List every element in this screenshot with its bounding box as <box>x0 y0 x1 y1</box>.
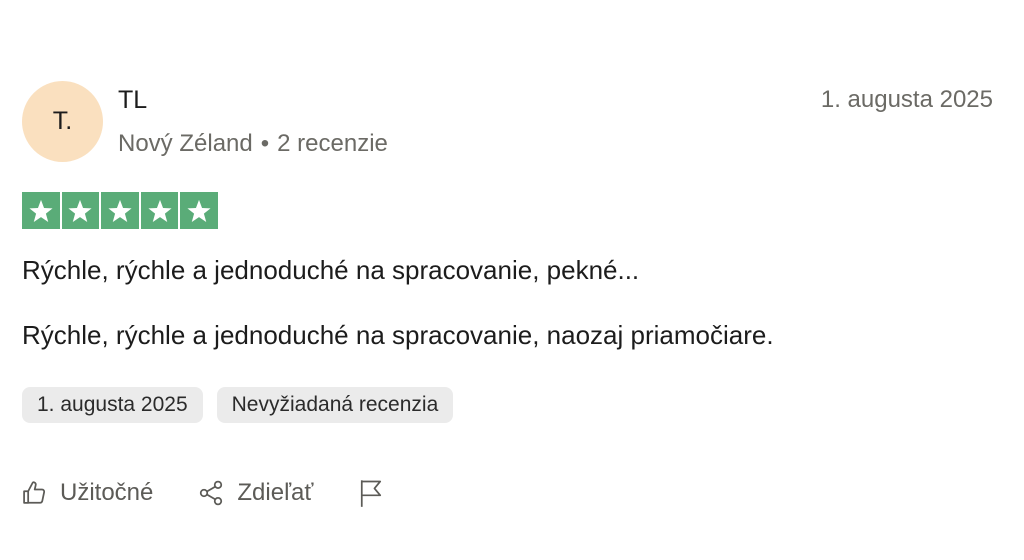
reviewer-meta: Nový Zéland • 2 recenzie <box>118 128 388 160</box>
share-icon <box>197 479 225 507</box>
reviewer-country: Nový Zéland <box>118 130 253 157</box>
review-actions: Užitočné Zdieľať <box>20 478 385 508</box>
unsolicited-review-tag[interactable]: Nevyžiadaná recenzia <box>216 387 454 423</box>
star-icon <box>101 192 139 229</box>
meta-separator: • <box>260 130 270 157</box>
avatar-initials: T. <box>52 107 73 135</box>
reviewer-review-count[interactable]: 2 recenzie <box>277 128 388 160</box>
review-title[interactable]: Rýchle, rýchle a jednoduché na spracovan… <box>22 253 639 287</box>
star-icon <box>61 192 100 229</box>
helpful-label: Užitočné <box>60 479 154 506</box>
star-icon <box>22 192 60 229</box>
helpful-button[interactable]: Užitočné <box>20 479 153 507</box>
reviewer-name[interactable]: TL <box>118 84 147 116</box>
date-tag: 1. augusta 2025 <box>22 387 203 423</box>
avatar: T. <box>22 81 103 162</box>
star-rating <box>22 192 218 229</box>
review-tags: 1. augusta 2025 Nevyžiadaná recenzia <box>22 387 454 423</box>
review-body: Rýchle, rýchle a jednoduché na spracovan… <box>22 320 774 350</box>
flag-icon <box>357 478 385 508</box>
thumbs-up-icon <box>20 479 48 507</box>
star-icon <box>140 192 179 229</box>
star-icon <box>180 192 218 229</box>
share-button[interactable]: Zdieľať <box>197 479 313 507</box>
report-button[interactable] <box>357 478 385 508</box>
share-label: Zdieľať <box>237 479 314 506</box>
review-date: 1. augusta 2025 <box>820 86 993 113</box>
